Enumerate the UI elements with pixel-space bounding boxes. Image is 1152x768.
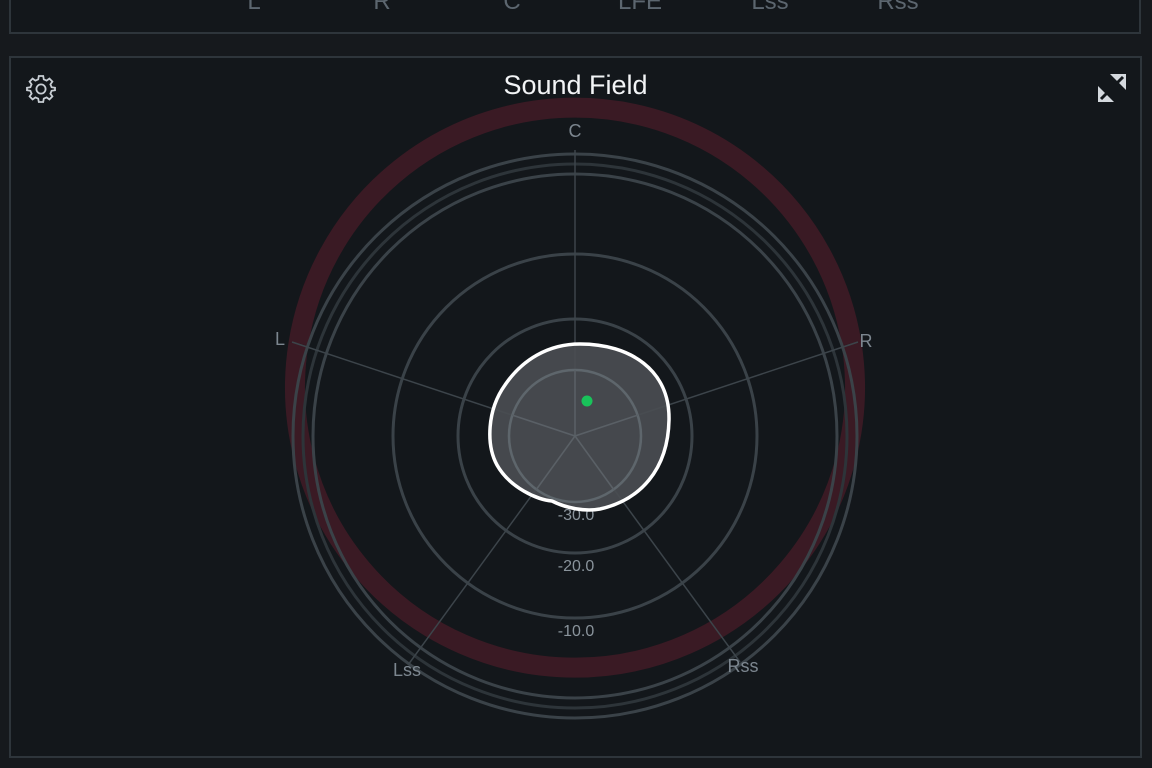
- speaker-label-r: R: [860, 331, 873, 351]
- db-label-minus-20: -20.0: [558, 558, 595, 575]
- speaker-label-lss: Lss: [393, 660, 421, 680]
- db-label-minus-10: -10.0: [558, 623, 595, 640]
- center-indicator: [581, 395, 593, 407]
- sound-field-display: -30.0 -20.0 -10.0 C L R Lss Rss: [275, 97, 873, 720]
- speaker-label-c: C: [569, 121, 582, 141]
- speaker-label-l: L: [275, 329, 285, 349]
- speaker-label-rss: Rss: [728, 656, 759, 676]
